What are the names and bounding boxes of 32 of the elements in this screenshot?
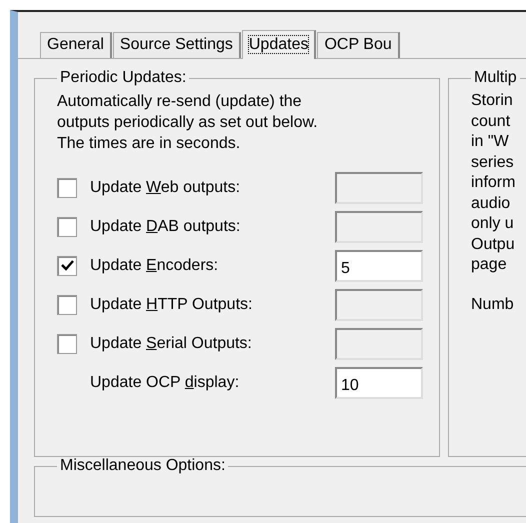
- description-line: count: [471, 112, 512, 132]
- description-line: Storin: [471, 91, 514, 111]
- description-line: Outpu: [471, 234, 516, 254]
- option-label: Update DAB outputs:: [90, 218, 242, 236]
- field-label: Numb: [471, 296, 515, 314]
- tab[interactable]: OCP Bou: [317, 32, 400, 58]
- seconds-input-field[interactable]: 5: [335, 250, 423, 282]
- seconds-input-field[interactable]: 10: [335, 366, 423, 398]
- option-label: Update Encoders:: [90, 256, 220, 274]
- checkbox[interactable]: [57, 294, 77, 314]
- description-text: Automatically re-send (update) the outputs periodically as set out below. The times are in seconds.: [57, 92, 319, 154]
- description-line: series: [471, 152, 515, 172]
- tab[interactable]: Source Settings: [112, 32, 241, 58]
- description-line: in "W: [471, 132, 510, 152]
- checkbox[interactable]: [57, 178, 77, 198]
- description-line: audio: [471, 194, 512, 214]
- group-title: Miscellaneous Options:: [59, 457, 226, 475]
- option-label: Update Serial Outputs:: [90, 334, 253, 352]
- description-line: page: [471, 255, 508, 275]
- option-label: Update OCP display:: [90, 374, 240, 392]
- group-title: Multip: [473, 69, 518, 87]
- description-line: only u: [471, 214, 515, 234]
- option-label: Update Web outputs:: [90, 178, 242, 196]
- group-title: Periodic Updates:: [59, 69, 188, 87]
- tab[interactable]: Updates: [242, 30, 316, 59]
- checkbox[interactable]: [57, 216, 77, 236]
- tab[interactable]: General: [40, 32, 112, 58]
- option-label: Update HTTP Outputs:: [90, 296, 254, 314]
- checkmark-icon: [60, 260, 74, 271]
- description-line: inform: [471, 173, 516, 193]
- checkbox[interactable]: [57, 256, 77, 276]
- checkbox[interactable]: [57, 334, 77, 354]
